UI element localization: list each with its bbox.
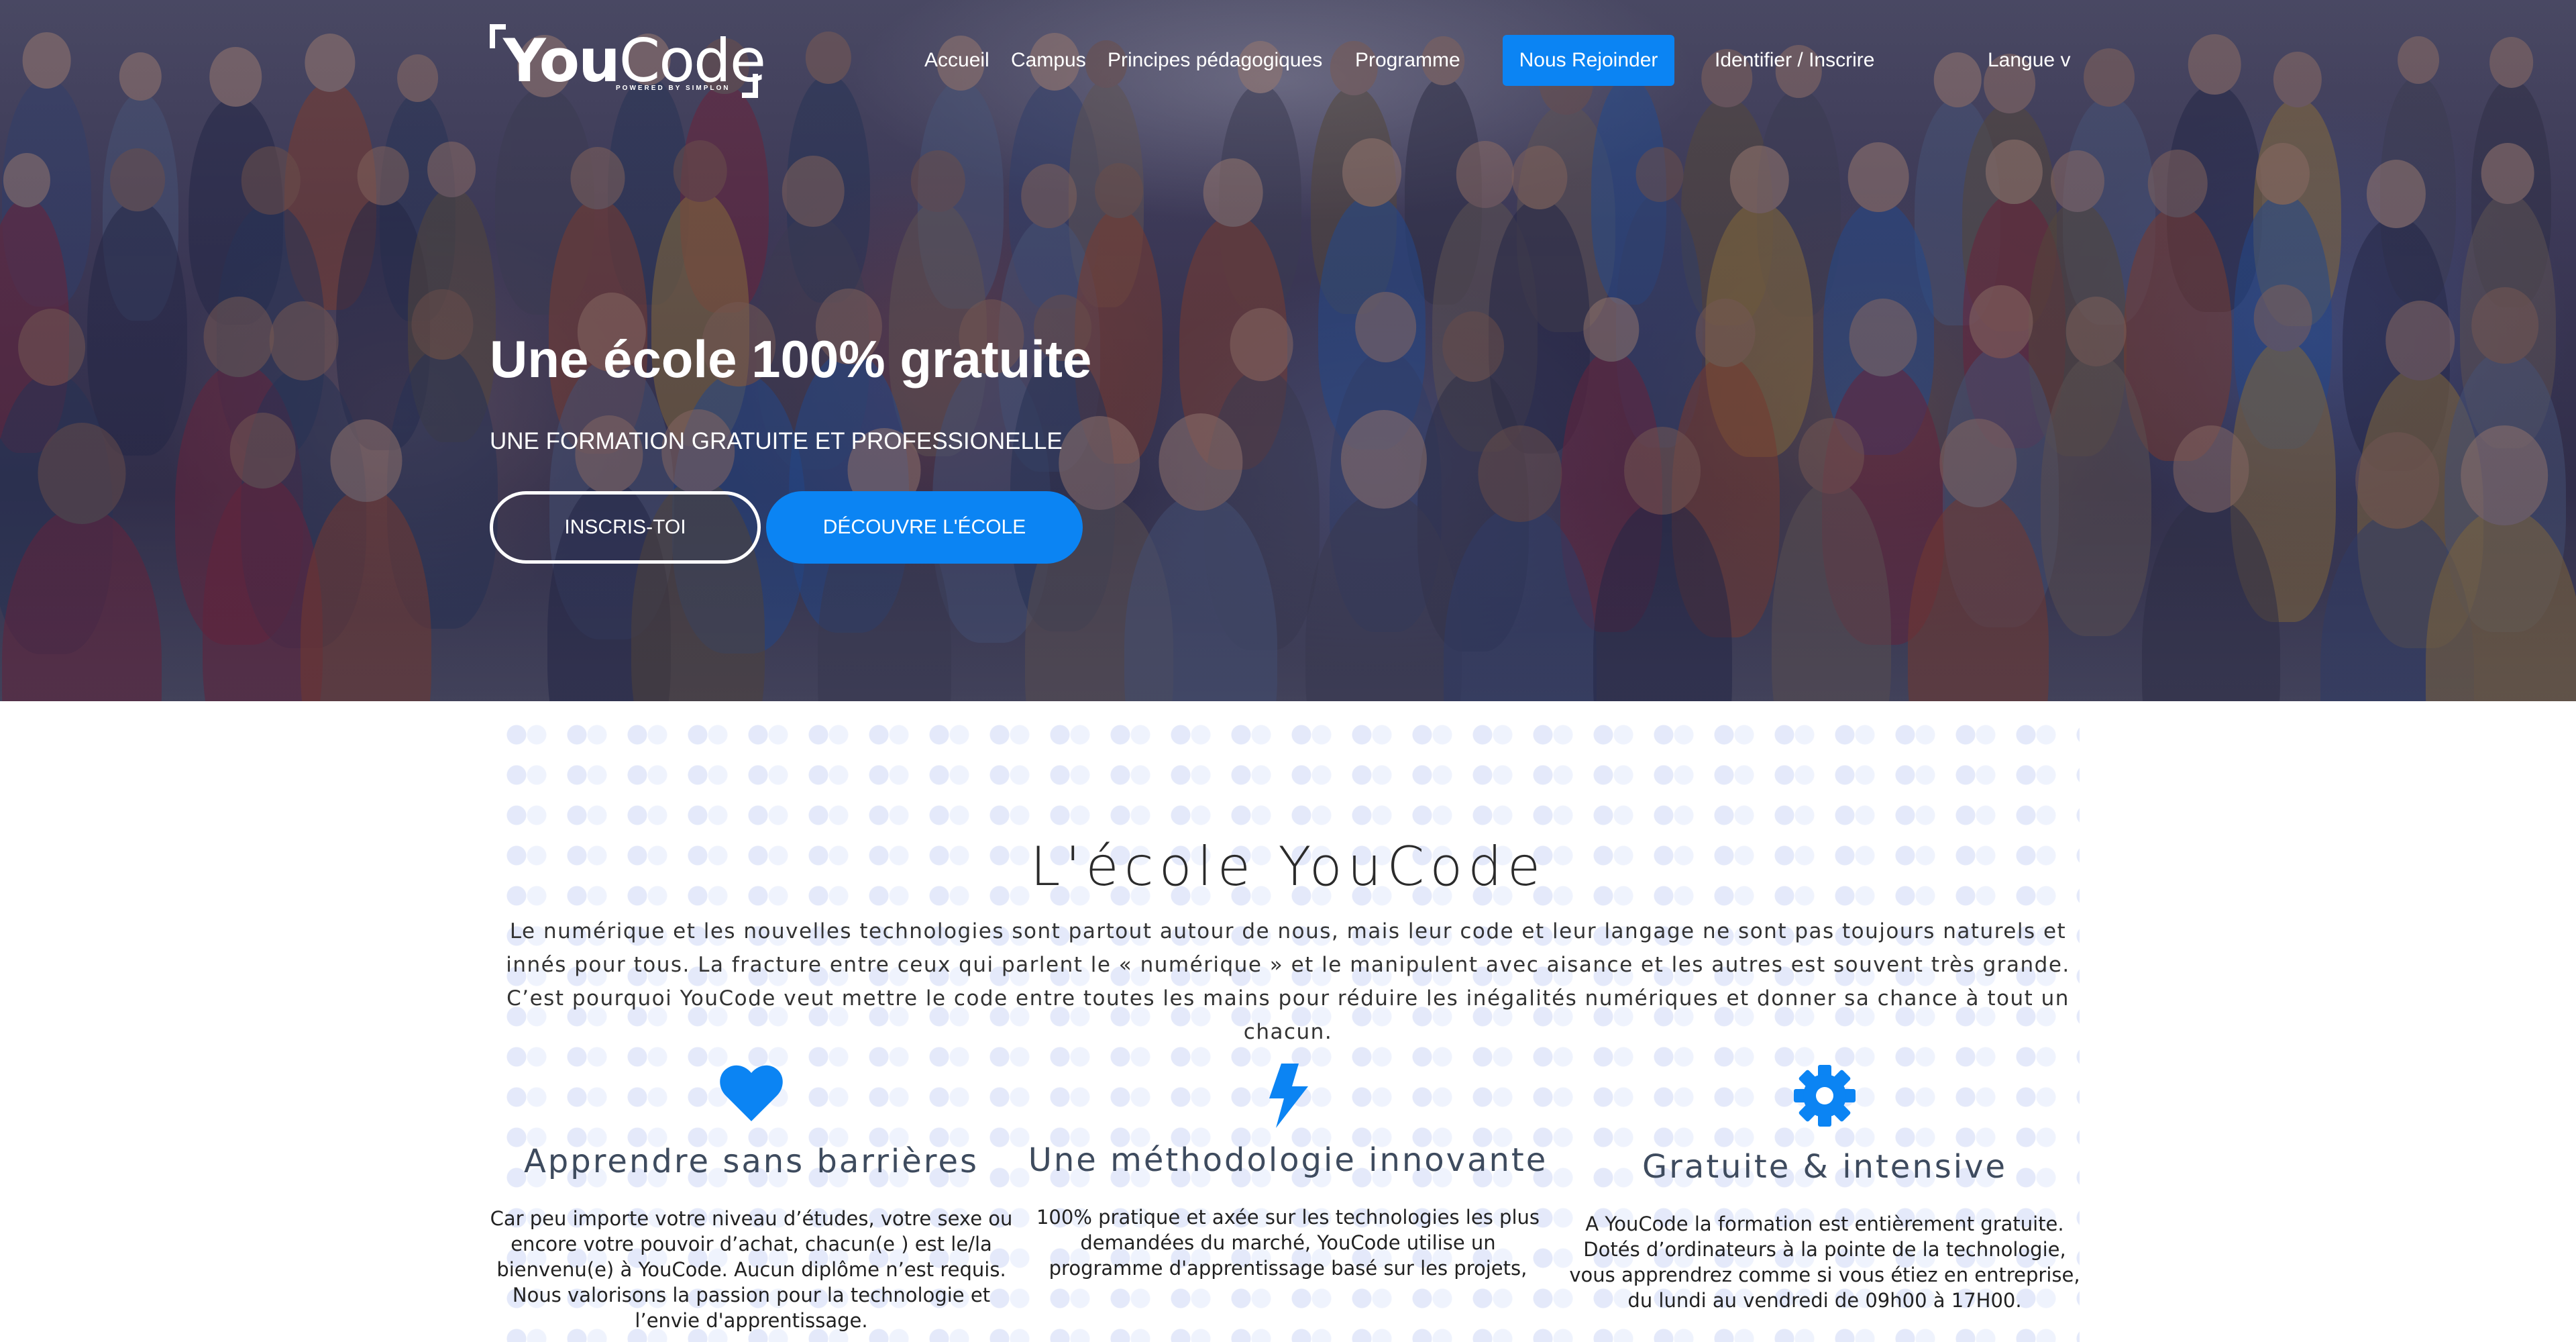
about-section: L'école YouCode Le numérique et les nouv… (0, 701, 2576, 1342)
heart-icon (720, 1065, 783, 1121)
about-title: L'école YouCode (1030, 835, 1546, 898)
nav-item-accueil[interactable]: Accueil (924, 35, 989, 86)
discover-school-button[interactable]: DÉCOUVRE L'ÉCOLE (766, 491, 1083, 564)
feature-text: Car peu importe votre niveau d’études, v… (490, 1207, 1013, 1332)
feature-card: Apprendre sans barrières Car peu importe… (486, 1064, 1016, 1333)
about-description: Le numérique et les nouvelles technologi… (506, 919, 2070, 1044)
nav-item-campus[interactable]: Campus (1011, 35, 1086, 86)
language-dropdown[interactable]: Langue v (1988, 35, 2070, 86)
feature-card: Une méthodologie innovante 100% pratique… (1023, 1064, 1553, 1281)
feature-text: 100% pratique et axée sur les technologi… (1036, 1206, 1540, 1280)
bolt-icon (1269, 1064, 1308, 1128)
hero-subtitle: UNE FORMATION GRATUITE ET PROFESSIONELLE (490, 428, 1063, 454)
feature-title: Apprendre sans barrières (523, 1143, 979, 1180)
feature-title: Gratuite & intensive (1642, 1148, 2008, 1186)
feature-title: Une méthodologie innovante (1028, 1141, 1548, 1179)
hero-title: Une école 100% gratuite (490, 329, 1092, 389)
join-us-button[interactable]: Nous Rejoinder (1503, 35, 1674, 86)
gear-icon (1794, 1065, 1856, 1127)
hero-banner: YouCode POWERED BY SIMPLON Accueil Campu… (0, 0, 2576, 701)
nav-item-programme[interactable]: Programme (1355, 35, 1460, 86)
login-register-link[interactable]: Identifier / Inscrire (1715, 35, 1874, 86)
logo-bracket-icon (742, 74, 758, 98)
nav-item-principes[interactable]: Principes pédagogiques (1108, 35, 1322, 86)
youcode-logo[interactable]: YouCode POWERED BY SIMPLON (490, 24, 766, 98)
logo-tagline: POWERED BY SIMPLON (616, 85, 731, 92)
signup-button[interactable]: INSCRIS-TOI (490, 491, 761, 564)
feature-card: Gratuite & intensive A YouCode la format… (1560, 1064, 2090, 1313)
feature-text: A YouCode la formation est entièrement g… (1569, 1212, 2080, 1312)
hero-overlay (0, 0, 2576, 701)
